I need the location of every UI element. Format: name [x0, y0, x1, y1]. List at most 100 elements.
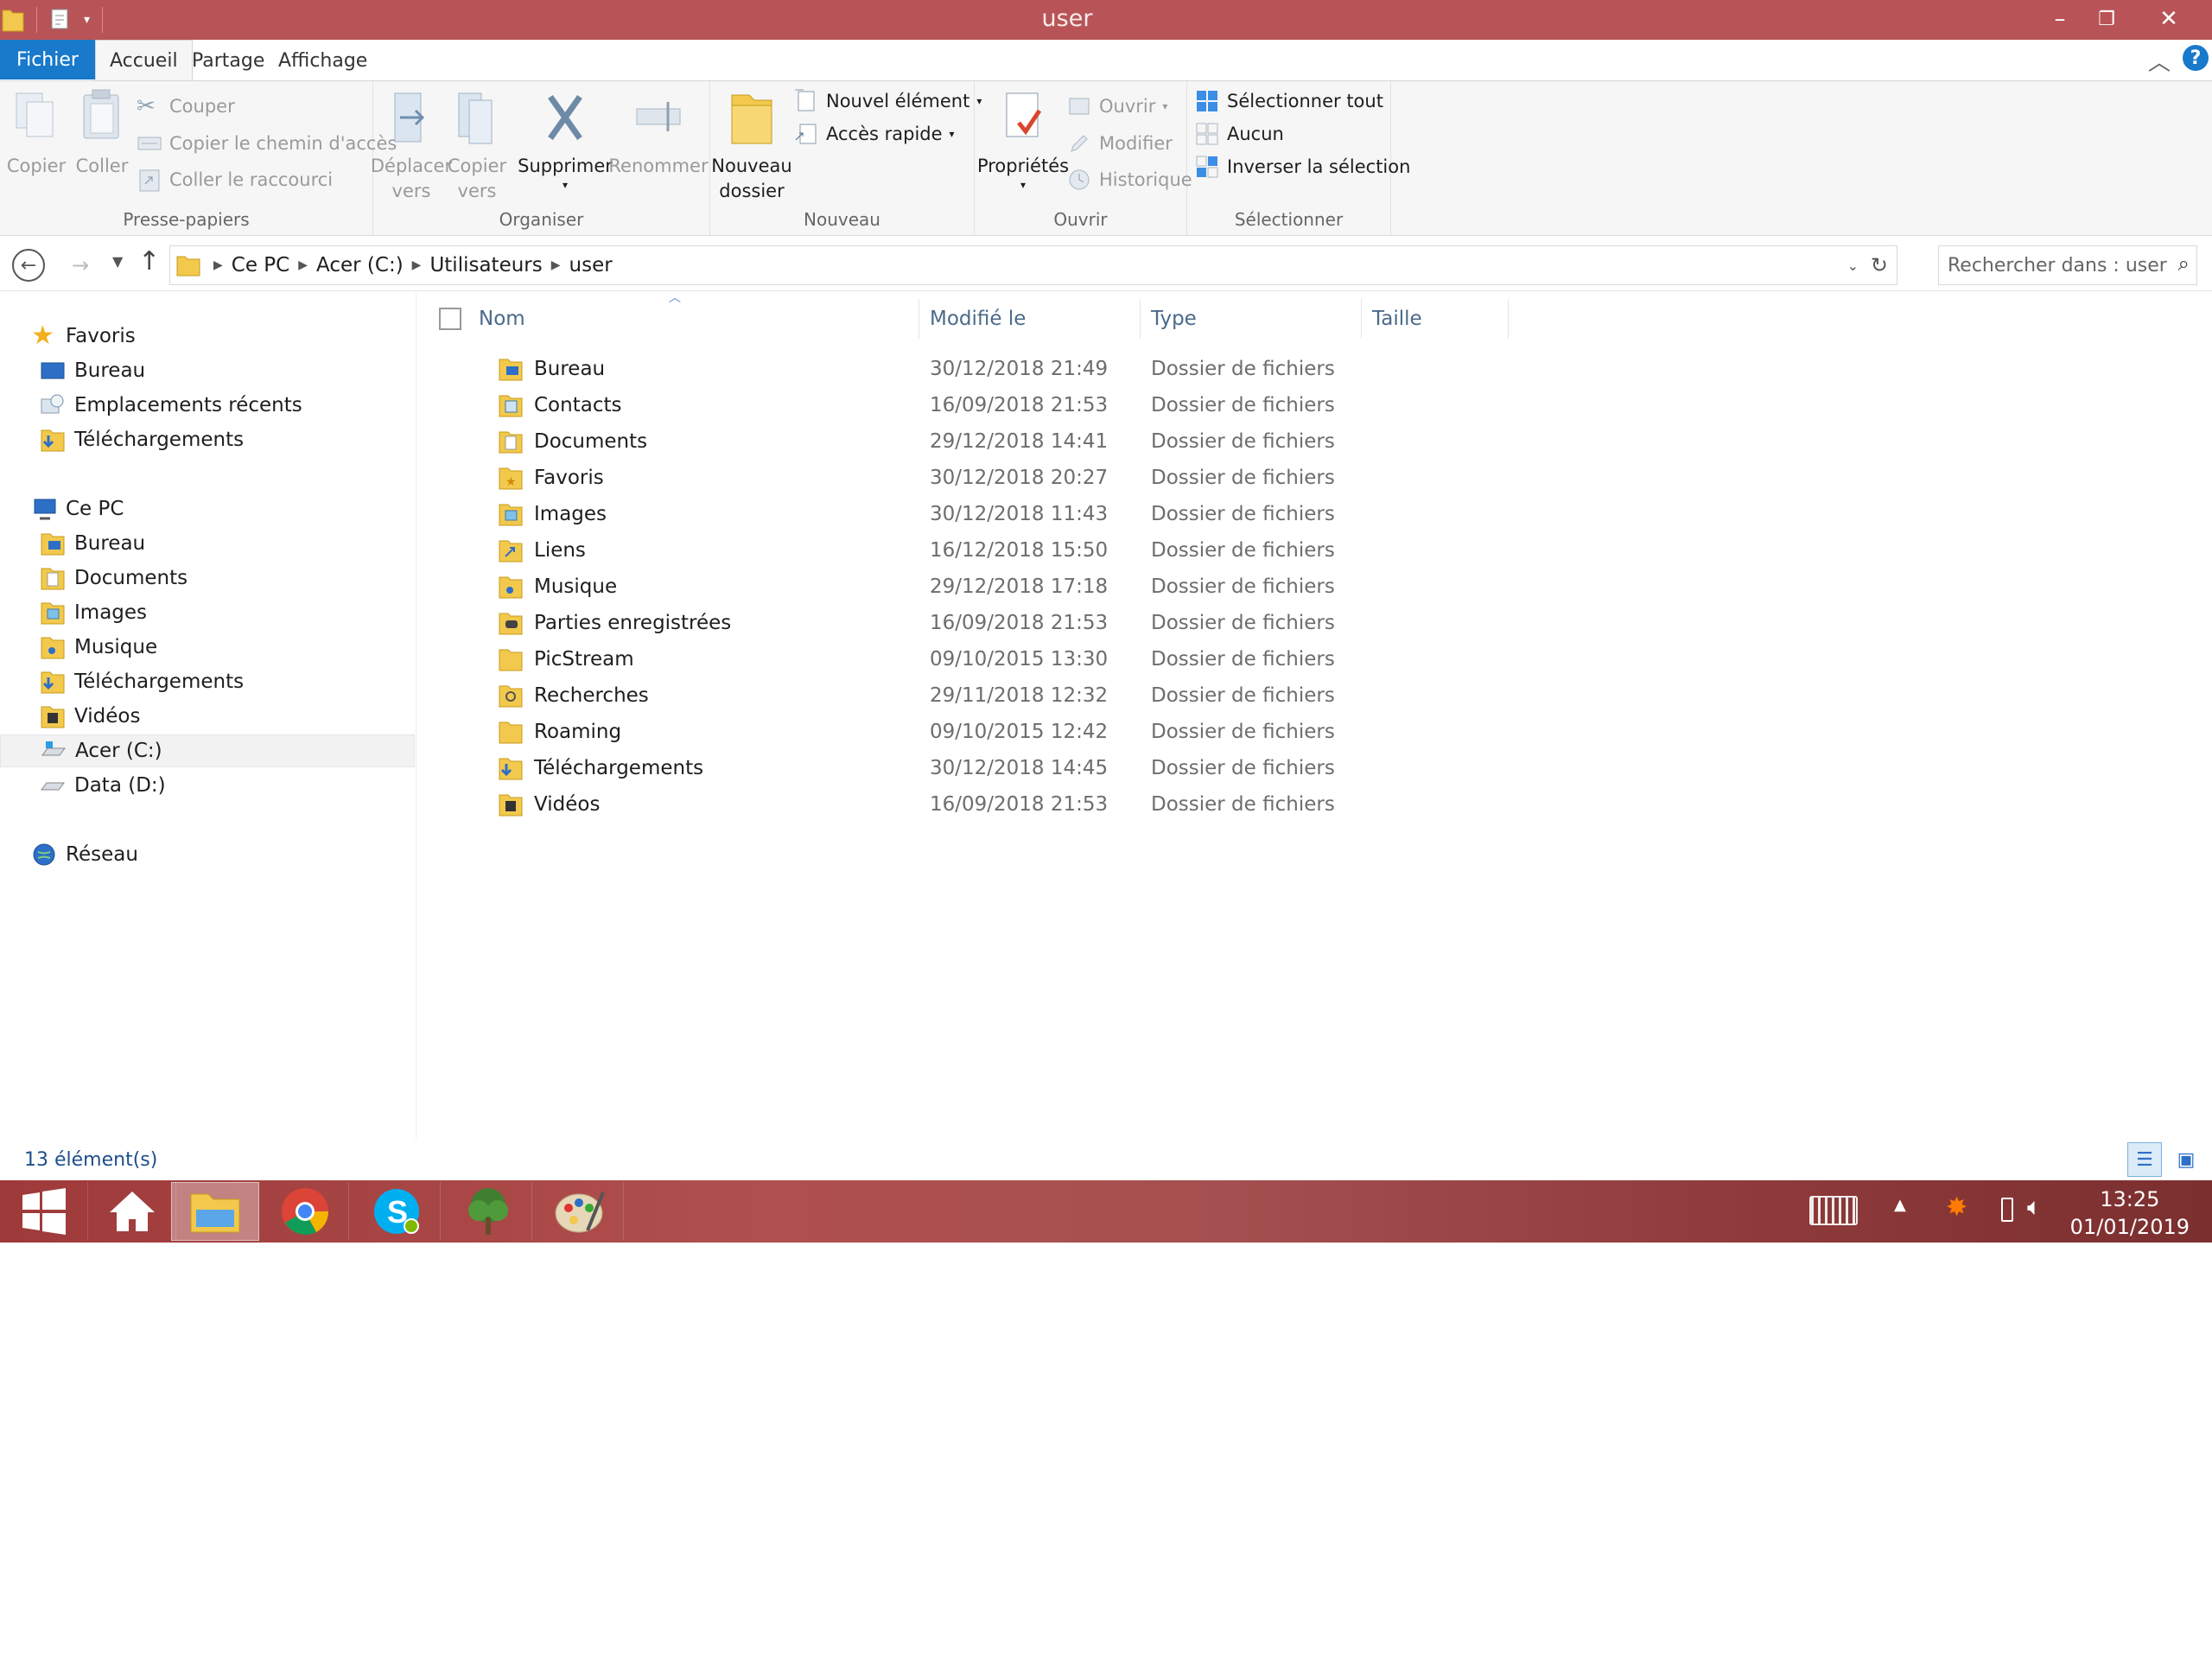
copier-button[interactable]: Copier	[7, 86, 66, 179]
battery-icon[interactable]	[2001, 1198, 2013, 1222]
acces-rapide-label: Accès rapide	[826, 124, 943, 144]
tab-partage[interactable]: Partage	[192, 50, 264, 72]
breadcrumb-ce-pc[interactable]: Ce PC	[232, 254, 289, 276]
minimize-button[interactable]: –	[2036, 0, 2084, 38]
tab-affichage[interactable]: Affichage	[278, 50, 367, 72]
list-item[interactable]: Contacts 16/09/2018 21:53 Dossier de fichi…	[444, 387, 1740, 423]
details-view-button[interactable]: ☰	[2127, 1142, 2162, 1177]
aucun-button[interactable]: Aucun	[1194, 119, 1284, 149]
breadcrumb-acer-c[interactable]: Acer (C:)	[316, 254, 404, 276]
taskbar-chrome[interactable]	[261, 1182, 349, 1241]
touch-keyboard-icon[interactable]	[1809, 1196, 1858, 1225]
list-item[interactable]: Liens 16/12/2018 15:50 Dossier de fichiers	[444, 532, 1740, 569]
coller-raccourci-button[interactable]: Coller le raccourci	[137, 165, 333, 194]
forward-button[interactable]: →	[64, 249, 97, 282]
column-header-taille[interactable]: Taille	[1362, 299, 1509, 339]
nav-favoris[interactable]: ★ Favoris	[0, 320, 415, 353]
nav-pc-data-d[interactable]: Data (D:)	[0, 769, 415, 802]
nav-pc-acer-c[interactable]: Acer (C:)	[0, 734, 415, 767]
tab-accueil[interactable]: Accueil	[95, 40, 193, 81]
file-date: 16/09/2018 21:53	[930, 793, 1109, 816]
clock[interactable]: 13:25 01/01/2019	[2070, 1185, 2190, 1241]
tab-fichier[interactable]: Fichier	[0, 40, 95, 79]
copier-chemin-button[interactable]: Copier le chemin d'accès	[137, 129, 397, 158]
proprietes-button[interactable]: Propriétés ▾	[977, 86, 1069, 191]
list-item[interactable]: Roaming 09/10/2015 12:42 Dossier de fichie…	[444, 714, 1740, 750]
file-name: Documents	[534, 430, 648, 453]
windows-logo-icon	[22, 1188, 66, 1235]
nav-fav-emplacements[interactable]: Emplacements récents	[0, 389, 415, 422]
nav-pc-videos[interactable]: Vidéos	[0, 700, 415, 733]
list-item[interactable]: PicStream 09/10/2015 13:30 Dossier de fich…	[444, 641, 1740, 677]
search-box[interactable]: Rechercher dans : user ⌕	[1938, 245, 2197, 285]
restore-button[interactable]: ❐	[2082, 0, 2131, 38]
acces-rapide-button[interactable]: Accès rapide ▾	[793, 119, 955, 149]
back-button[interactable]: ←	[12, 249, 45, 282]
nouvel-element-button[interactable]: Nouvel élément ▾	[793, 86, 982, 116]
deplacer-vers-button[interactable]: Déplacer vers	[371, 86, 452, 204]
historique-button[interactable]: Historique	[1066, 165, 1192, 194]
contacts-folder-icon	[499, 395, 523, 417]
breadcrumb-user[interactable]: user	[569, 254, 613, 276]
copy-icon	[16, 92, 54, 137]
show-hidden-icons-button[interactable]: ▲	[1894, 1196, 1906, 1214]
start-button[interactable]	[0, 1182, 88, 1241]
copier-vers-label-2: vers	[457, 181, 497, 201]
recent-locations-dropdown[interactable]: ▼	[112, 253, 123, 270]
list-item[interactable]: Images 30/12/2018 11:43 Dossier de fichier…	[444, 496, 1740, 532]
renommer-button[interactable]: Renommer	[608, 86, 709, 179]
inverser-selection-button[interactable]: Inverser la sélection	[1194, 152, 1410, 181]
supprimer-button[interactable]: Supprimer ▾	[518, 86, 613, 191]
breadcrumb-utilisateurs[interactable]: Utilisateurs	[429, 254, 542, 276]
address-bar[interactable]: ▶ Ce PC ▶ Acer (C:) ▶ Utilisateurs ▶ use…	[169, 245, 1897, 285]
taskbar-paint[interactable]	[536, 1182, 624, 1241]
column-header-type[interactable]: Type	[1141, 299, 1362, 339]
address-history-dropdown[interactable]: ⌄	[1847, 257, 1859, 274]
large-icons-view-button[interactable]: ▣	[2169, 1142, 2203, 1177]
renommer-label: Renommer	[608, 156, 709, 176]
list-item[interactable]: Documents 29/12/2018 14:41 Dossier de fich…	[444, 423, 1740, 460]
select-all-checkbox[interactable]	[439, 308, 461, 330]
list-item[interactable]: Recherches 29/11/2018 12:32 Dossier de fic…	[444, 677, 1740, 714]
couper-button[interactable]: ✂ Couper	[137, 92, 235, 121]
column-header-nom[interactable]: Nom	[418, 299, 919, 339]
volume-icon[interactable]: 🔈︎	[2027, 1192, 2042, 1222]
list-item[interactable]: Musique 29/12/2018 17:18 Dossier de fichie…	[444, 569, 1740, 605]
file-type: Dossier de fichiers	[1151, 721, 1335, 743]
help-icon[interactable]: ?	[2183, 45, 2209, 71]
avast-tray-icon[interactable]: ✸	[1946, 1192, 1967, 1223]
nav-fav-telechargements[interactable]: Téléchargements	[0, 423, 415, 456]
list-item[interactable]: Téléchargements 30/12/2018 14:45 Dossier d…	[444, 750, 1740, 786]
nav-pc-bureau[interactable]: Bureau	[0, 527, 415, 560]
nav-pc-musique[interactable]: Musique	[0, 631, 415, 664]
collapse-ribbon-icon[interactable]: ︿	[2148, 45, 2171, 77]
nav-reseau[interactable]: Réseau	[0, 838, 415, 871]
searches-folder-icon	[499, 685, 523, 708]
nav-fav-bureau[interactable]: Bureau	[0, 354, 415, 387]
list-item[interactable]: Parties enregistrées 16/09/2018 21:53 Doss…	[444, 605, 1740, 641]
new-item-icon	[795, 89, 815, 111]
list-item[interactable]: Vidéos 16/09/2018 21:53 Dossier de fichier…	[444, 786, 1740, 823]
nav-pc-bureau-label: Bureau	[74, 532, 146, 555]
search-input[interactable]: Rechercher dans : user	[1948, 255, 2167, 276]
taskbar-skype[interactable]: S	[353, 1182, 441, 1241]
nav-pc-telechargements[interactable]: Téléchargements	[0, 665, 415, 698]
taskbar-tree-app[interactable]	[444, 1182, 532, 1241]
refresh-icon[interactable]: ↻	[1871, 253, 1888, 277]
close-button[interactable]: ✕	[2143, 0, 2195, 38]
coller-button[interactable]: Coller	[73, 86, 131, 179]
column-header-modifie[interactable]: Modifié le	[919, 299, 1141, 339]
nouveau-dossier-button[interactable]: Nouveau dossier	[711, 86, 792, 204]
nav-pc-documents[interactable]: Documents	[0, 562, 415, 594]
nav-pc-images[interactable]: Images	[0, 596, 415, 629]
ouvrir-button[interactable]: Ouvrir ▾	[1066, 92, 1167, 121]
up-button[interactable]: ↑	[138, 246, 160, 276]
nav-ce-pc[interactable]: Ce PC	[0, 493, 415, 525]
list-item[interactable]: Bureau 30/12/2018 21:49 Dossier de fichier…	[444, 351, 1740, 387]
taskbar-file-explorer[interactable]	[171, 1182, 259, 1241]
taskbar-home[interactable]	[88, 1182, 176, 1241]
selectionner-tout-button[interactable]: Sélectionner tout	[1194, 86, 1383, 116]
list-item[interactable]: ★ Favoris 30/12/2018 20:27 Dossier de fichi…	[444, 460, 1740, 496]
copier-vers-button[interactable]: Copier vers	[448, 86, 506, 204]
modifier-button[interactable]: Modifier	[1066, 129, 1173, 158]
